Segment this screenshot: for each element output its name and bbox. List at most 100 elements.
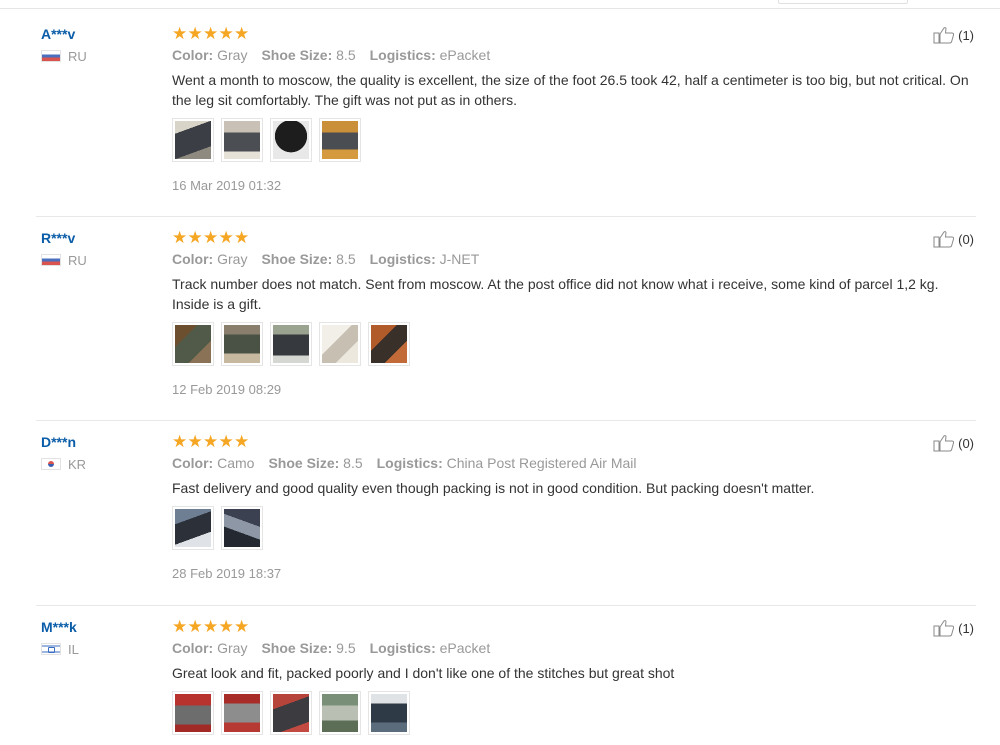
helpful-count: (1)	[958, 620, 974, 636]
color-value: Gray	[217, 640, 248, 656]
helpful-count: (1)	[958, 27, 974, 43]
logistics-value: ePacket	[439, 47, 491, 63]
helpful-button[interactable]: (1)	[933, 26, 974, 44]
review-date: 12 Feb 2019 08:29	[172, 382, 282, 397]
star-icon: ★	[218, 617, 234, 636]
order-attributes: Color: Gray Shoe Size: 9.5 Logistics: ePac…	[172, 639, 976, 657]
star-icon: ★	[203, 24, 219, 43]
thumbs-up-icon	[933, 435, 955, 452]
color-label: Color:	[172, 455, 214, 471]
review-photo-image	[175, 509, 211, 547]
review-item: M***k IL ★★★★★ Color: Gray Shoe Size: 9.5 Log…	[36, 605, 976, 745]
helpful-count: (0)	[958, 435, 974, 451]
review-photos	[172, 506, 976, 552]
review-photo-image	[322, 325, 358, 363]
review-photo-thumbnail[interactable]	[172, 322, 214, 366]
helpful-button[interactable]: (1)	[933, 619, 974, 637]
review-photo-image	[175, 325, 211, 363]
size-label: Shoe Size:	[261, 47, 333, 63]
review-item: D***n KR ★★★★★ Color: Camo Shoe Size: 8.5 Log…	[36, 420, 976, 606]
review-photo-image	[273, 325, 309, 363]
review-photo-thumbnail[interactable]	[319, 118, 361, 162]
size-label: Shoe Size:	[261, 640, 333, 656]
review-photo-image	[322, 694, 358, 732]
review-photo-thumbnail[interactable]	[172, 118, 214, 162]
thumbs-up-icon	[933, 620, 955, 637]
buyer-country: KR	[41, 456, 151, 472]
top-divider	[0, 0, 1000, 9]
top-control-edge	[778, 0, 908, 4]
star-icon: ★	[172, 432, 188, 451]
review-photo-image	[371, 325, 407, 363]
review-photo-thumbnail[interactable]	[368, 322, 410, 366]
star-rating: ★★★★★	[172, 24, 976, 43]
logistics-value: J-NET	[439, 251, 480, 267]
review-photo-image	[322, 121, 358, 159]
review-photo-thumbnail[interactable]	[270, 118, 312, 162]
review-photo-thumbnail[interactable]	[221, 118, 263, 162]
star-icon: ★	[172, 228, 188, 247]
review-photo-image	[273, 121, 309, 159]
review-photo-thumbnail[interactable]	[270, 691, 312, 735]
country-code: KR	[68, 456, 87, 472]
helpful-button[interactable]: (0)	[933, 434, 974, 452]
color-label: Color:	[172, 47, 214, 63]
review-content: ★★★★★ Color: Gray Shoe Size: 8.5 Logistics:…	[172, 228, 976, 398]
size-value: 8.5	[336, 47, 356, 63]
review-photo-image	[175, 694, 211, 732]
country-flag-icon	[41, 458, 61, 470]
buyer-country: IL	[41, 641, 151, 657]
review-photo-image	[224, 121, 260, 159]
order-attributes: Color: Gray Shoe Size: 8.5 Logistics: J-NE…	[172, 250, 976, 268]
review-photo-thumbnail[interactable]	[270, 322, 312, 366]
review-photo-thumbnail[interactable]	[221, 506, 263, 550]
review-date: 28 Feb 2019 18:37	[172, 566, 282, 581]
star-icon: ★	[172, 617, 188, 636]
review-photo-image	[224, 694, 260, 732]
star-icon: ★	[218, 432, 234, 451]
review-photo-thumbnail[interactable]	[172, 506, 214, 550]
star-rating: ★★★★★	[172, 617, 976, 636]
logistics-label: Logistics:	[369, 251, 436, 267]
star-icon: ★	[187, 228, 203, 247]
logistics-label: Logistics:	[369, 640, 436, 656]
star-icon: ★	[187, 432, 203, 451]
color-value: Gray	[217, 47, 248, 63]
helpful-button[interactable]: (0)	[933, 230, 974, 248]
star-icon: ★	[172, 24, 188, 43]
helpful-count: (0)	[958, 231, 974, 247]
buyer-name[interactable]: M***k	[41, 619, 151, 635]
review-photo-thumbnail[interactable]	[221, 691, 263, 735]
review-item: A***v RU ★★★★★ Color: Gray Shoe Size: 8.5 Log…	[36, 12, 976, 217]
color-label: Color:	[172, 640, 214, 656]
review-photo-thumbnail[interactable]	[319, 691, 361, 735]
star-rating: ★★★★★	[172, 432, 976, 451]
review-photo-thumbnail[interactable]	[221, 322, 263, 366]
size-label: Shoe Size:	[268, 455, 340, 471]
review-photo-thumbnail[interactable]	[368, 691, 410, 735]
review-photos	[172, 322, 976, 368]
star-icon: ★	[203, 432, 219, 451]
buyer-name[interactable]: R***v	[41, 230, 151, 246]
review-text: Fast delivery and good quality even thou…	[172, 480, 815, 496]
review-photo-image	[371, 694, 407, 732]
country-flag-icon	[41, 643, 61, 655]
review-photo-thumbnail[interactable]	[172, 691, 214, 735]
review-item: R***v RU ★★★★★ Color: Gray Shoe Size: 8.5 Log…	[36, 216, 976, 421]
star-icon: ★	[187, 617, 203, 636]
review-photo-thumbnail[interactable]	[319, 322, 361, 366]
buyer-name[interactable]: A***v	[41, 26, 151, 42]
review-photo-image	[175, 121, 211, 159]
order-attributes: Color: Camo Shoe Size: 8.5 Logistics: Chin…	[172, 454, 976, 472]
country-flag-icon	[41, 254, 61, 266]
size-label: Shoe Size:	[261, 251, 333, 267]
country-code: IL	[68, 641, 79, 657]
size-value: 8.5	[343, 455, 363, 471]
buyer-name[interactable]: D***n	[41, 434, 151, 450]
review-text: Went a month to moscow, the quality is e…	[172, 72, 969, 108]
star-icon: ★	[218, 24, 234, 43]
color-label: Color:	[172, 251, 214, 267]
thumbs-up-icon	[933, 27, 955, 44]
logistics-label: Logistics:	[376, 455, 443, 471]
buyer-country: RU	[41, 253, 151, 268]
